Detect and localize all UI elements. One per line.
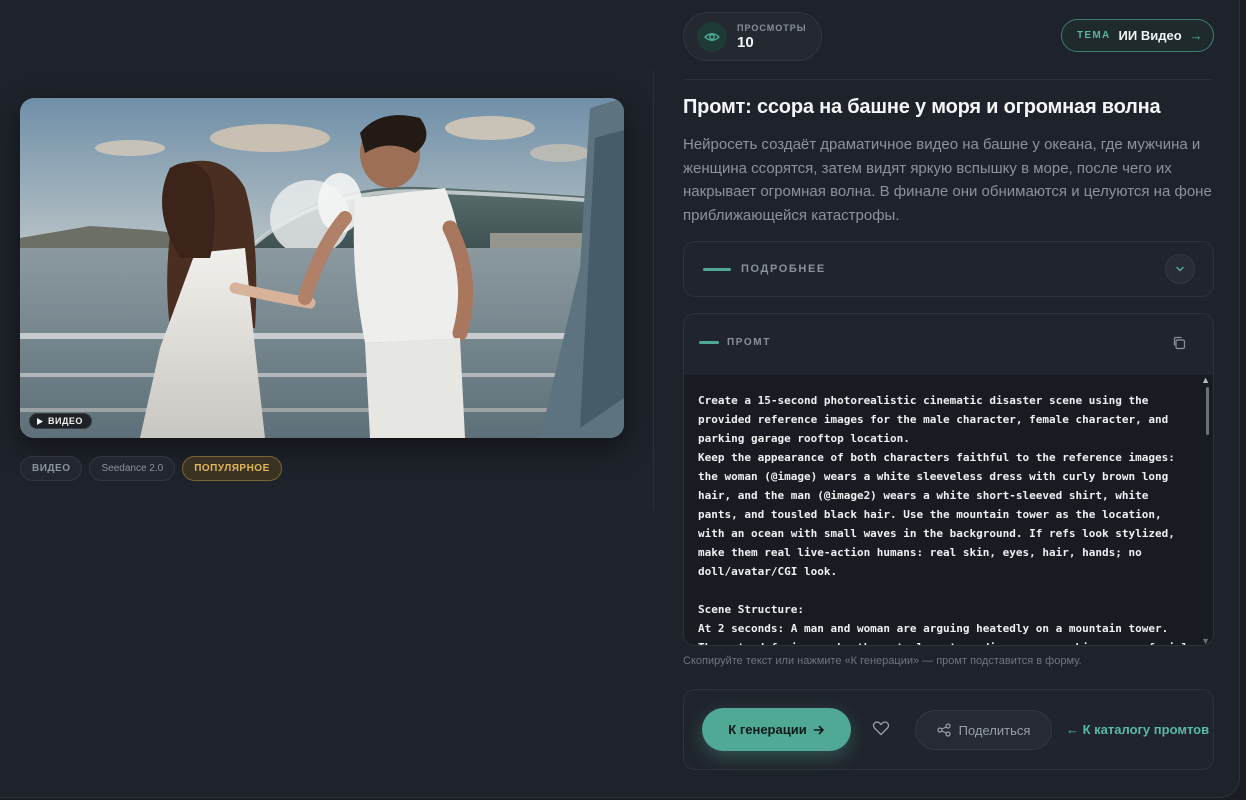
views-label: ПРОСМОТРЫ [737, 22, 807, 33]
column-divider [653, 70, 654, 510]
video-type-badge: ВИДЕО [29, 413, 92, 429]
details-toggle-button[interactable] [1165, 254, 1195, 284]
prompt-accent-bar [699, 341, 719, 344]
tag-model[interactable]: Seedance 2.0 [89, 456, 176, 481]
share-icon [936, 723, 951, 737]
page-description: Нейросеть создаёт драматичное видео на б… [683, 136, 1212, 224]
prompt-label: ПРОМТ [727, 337, 771, 348]
scroll-down-arrow[interactable]: ▼ [1201, 636, 1210, 645]
prompt-text: Create a 15-second photorealistic cinema… [698, 394, 1188, 645]
prompt-card: ПРОМТ Create a 15-second photorealistic … [683, 313, 1214, 646]
copy-icon [1173, 336, 1186, 350]
back-to-catalog-link[interactable]: ← К каталогу промтов [1066, 722, 1209, 737]
theme-value: ИИ Видео [1118, 28, 1182, 43]
action-bar: К генерации Поделиться ← К каталогу пром… [683, 689, 1214, 770]
video-badge-label: ВИДЕО [48, 416, 83, 426]
arrow-right-icon: → [1189, 28, 1203, 43]
scroll-up-arrow[interactable]: ▲ [1201, 375, 1210, 385]
views-counter: ПРОСМОТРЫ 10 [683, 12, 822, 61]
views-value: 10 [737, 33, 754, 51]
theme-link[interactable]: ТЕМА ИИ Видео → [1061, 19, 1214, 52]
copy-hint: Скопируйте текст или нажмите «К генераци… [683, 655, 1082, 667]
tag-popular[interactable]: ПОПУЛЯРНОЕ [182, 456, 282, 481]
page-title: Промт: ссора на башне у моря и огромная … [683, 96, 1161, 118]
heart-icon [872, 721, 890, 736]
eye-icon [704, 32, 720, 41]
details-label: ПОДРОБНЕЕ [741, 263, 826, 275]
chevron-down-icon [1176, 266, 1184, 272]
views-icon-circle [697, 21, 727, 52]
details-accent-bar [703, 267, 731, 271]
copy-button[interactable] [1172, 336, 1186, 355]
video-preview[interactable]: ВИДЕО [20, 98, 624, 438]
share-button[interactable]: Поделиться [915, 710, 1052, 750]
tag-list: ВИДЕО Seedance 2.0 ПОПУЛЯРНОЕ [20, 456, 282, 481]
arrow-right-icon [813, 725, 824, 734]
share-label: Поделиться [958, 722, 1031, 738]
prompt-textarea[interactable]: Create a 15-second photorealistic cinema… [684, 375, 1213, 645]
generate-button[interactable]: К генерации [702, 708, 851, 751]
play-icon [37, 417, 43, 425]
scrollbar-thumb[interactable] [1206, 387, 1209, 435]
generate-label: К генерации [728, 722, 807, 737]
favorite-button[interactable] [872, 720, 890, 741]
theme-label: ТЕМА [1077, 30, 1111, 41]
details-accordion[interactable]: ПОДРОБНЕЕ [683, 241, 1214, 297]
header-divider [683, 79, 1213, 80]
tag-video[interactable]: ВИДЕО [20, 456, 83, 481]
video-thumbnail-image [20, 98, 624, 438]
